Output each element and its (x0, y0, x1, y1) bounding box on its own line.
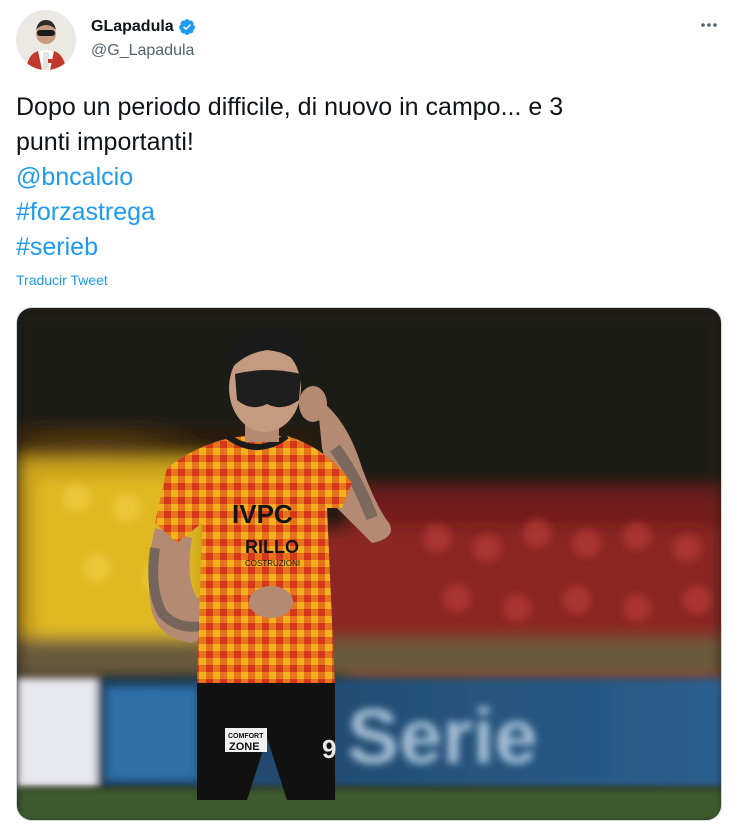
board-text: Serie (347, 692, 538, 780)
tweet-text-line-1: Dopo un periodo difficile, di nuovo in c… (16, 93, 564, 121)
avatar[interactable] (16, 10, 76, 70)
hashtag-link-serieb[interactable]: #serieb (16, 230, 716, 265)
shorts-number: 9 (322, 734, 336, 764)
shorts-sponsor-top: COMFORT (228, 733, 264, 740)
author-handle[interactable]: @G_Lapadula (91, 42, 194, 60)
author-display-name[interactable]: GLapadula (91, 18, 174, 36)
mention-link[interactable]: @bncalcio (16, 160, 716, 195)
verified-badge-icon (178, 18, 196, 36)
tweet-text-line-2: punti importanti! (16, 128, 194, 156)
jersey-sponsor-sub: COSTRUZIONI (245, 559, 300, 568)
tweet-card: GLapadula @G_Lapadula Dopo un periodo di… (0, 0, 740, 828)
hashtag-link-forzastrega[interactable]: #forzastrega (16, 195, 716, 230)
face-mask (235, 370, 301, 408)
tweet-photo[interactable]: Serie IVPC RILLO COSTRUZIONI COMFORT ZON… (16, 307, 722, 821)
translate-tweet-link[interactable]: Traducir Tweet (16, 272, 108, 288)
jersey-sponsor-top: IVPC (232, 499, 293, 529)
author-name-row: GLapadula (91, 16, 196, 38)
shorts-sponsor-bottom: ZONE (229, 741, 260, 753)
jersey-sponsor-bottom: RILLO (245, 537, 299, 557)
tweet-text: Dopo un periodo difficile, di nuovo in c… (16, 90, 716, 265)
pitch (17, 788, 721, 820)
more-horizontal-icon[interactable] (698, 14, 720, 36)
